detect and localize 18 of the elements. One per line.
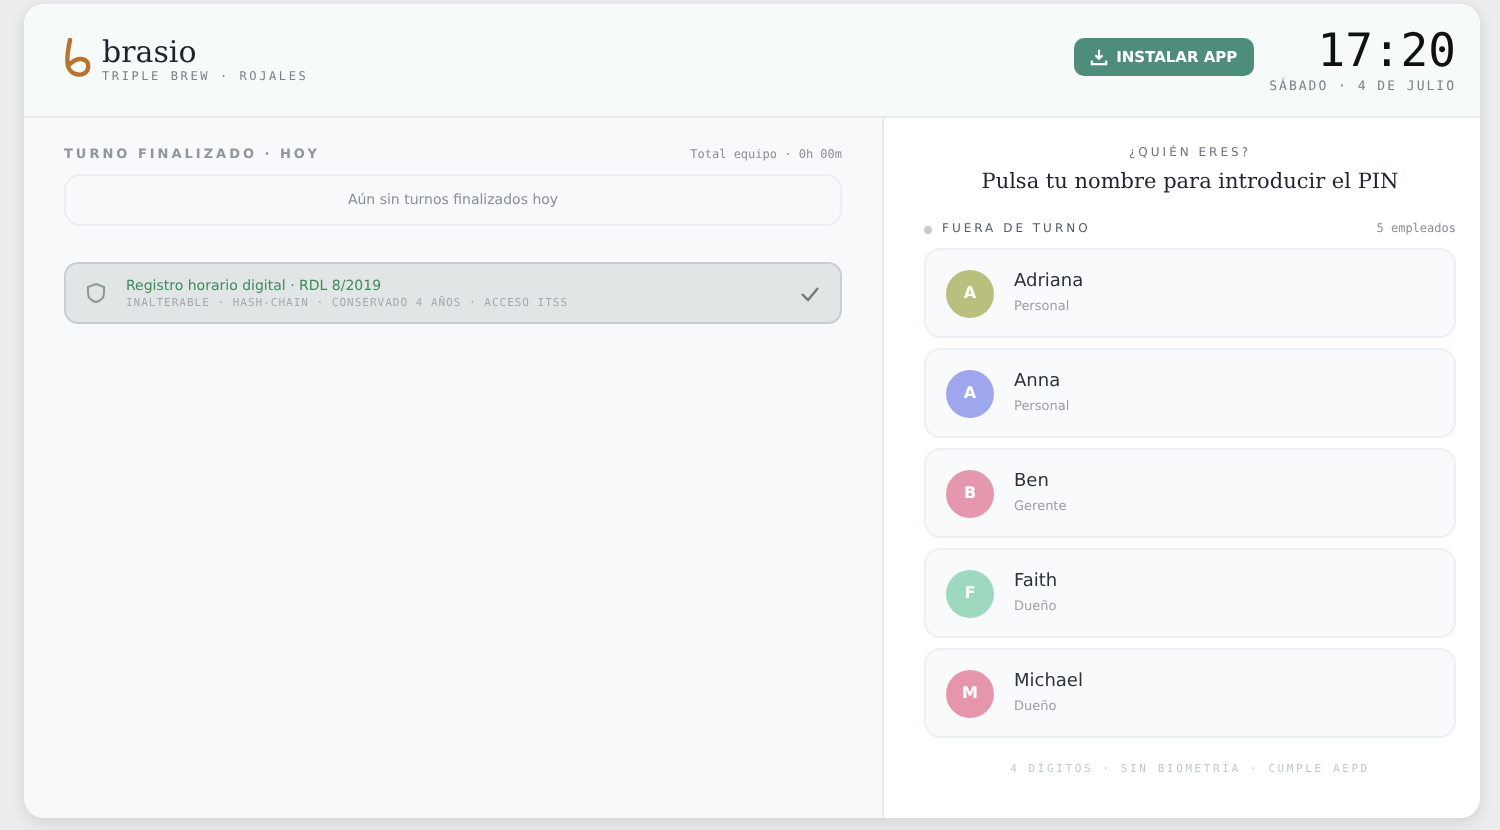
clock-time: 17:20 [1317,26,1456,78]
shield-icon [86,282,106,304]
avatar: A [946,269,994,317]
status-dot [924,225,932,233]
login-heading: Pulsa tu nombre para introducir el PIN [979,170,1401,194]
avatar: F [946,569,994,617]
download-icon [1090,47,1109,65]
brand-name: brasio [102,36,199,70]
employee-name: Michael [1014,672,1083,692]
employee-name: Faith [1014,572,1058,592]
avatar: B [946,469,994,517]
avatar: M [946,669,994,717]
logo-icon [64,38,92,82]
avatar: A [946,369,994,417]
check-icon [800,285,820,301]
employee-name: Adriana [1014,272,1084,292]
employee-name: Ben [1014,472,1051,492]
employee-name: Anna [1014,372,1063,392]
